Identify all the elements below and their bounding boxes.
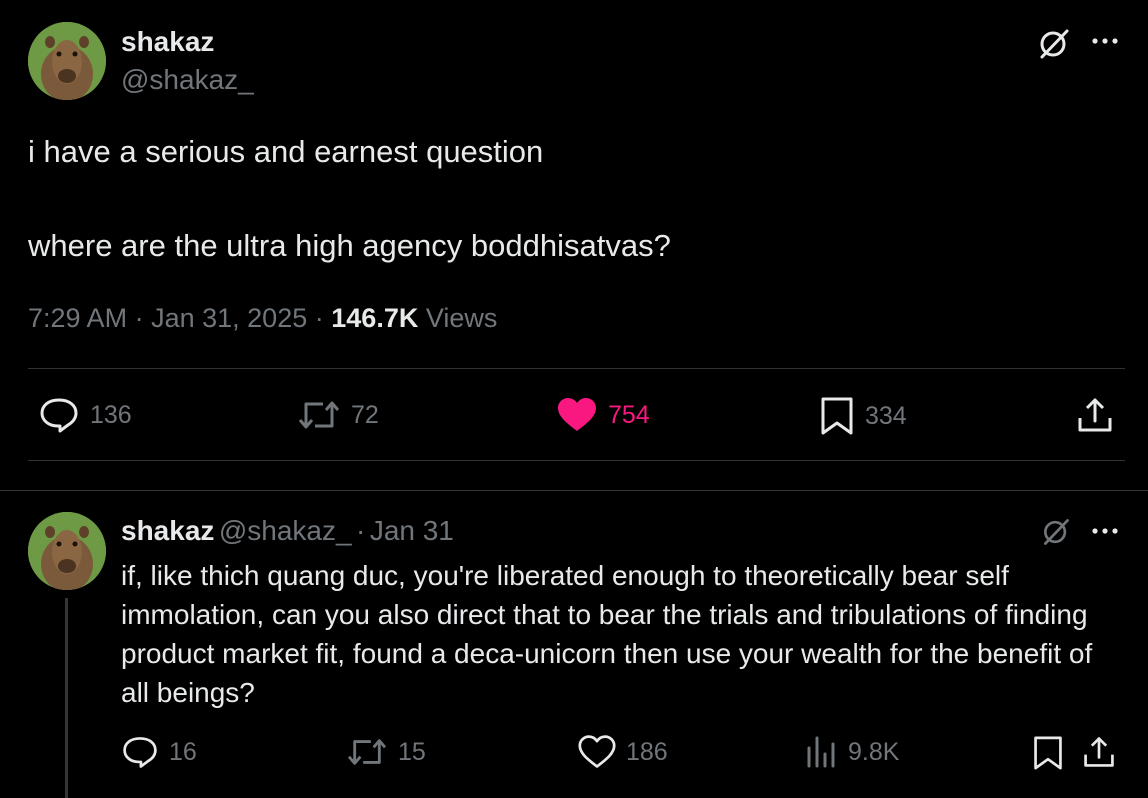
bookmark-count: 334 (865, 401, 907, 430)
display-name[interactable]: shakaz (121, 515, 214, 546)
like-count: 754 (608, 400, 650, 429)
views-icon (807, 736, 835, 768)
heart-icon (558, 398, 596, 431)
user-handle[interactable]: @shakaz_ (121, 64, 254, 96)
repost-button[interactable]: 15 (346, 734, 426, 770)
display-name[interactable]: shakaz (121, 26, 214, 58)
reply-icon (40, 398, 78, 433)
user-handle[interactable]: @shakaz_ (219, 515, 352, 546)
tweet-time[interactable]: 7:29 AM (28, 303, 127, 333)
reply-header: shakaz @shakaz_ · Jan 31 (121, 515, 454, 547)
views-count: 9.8K (848, 737, 900, 766)
like-count: 186 (626, 737, 668, 766)
meta-separator: · (356, 515, 366, 546)
like-button[interactable]: 754 (556, 396, 650, 434)
heart-icon (578, 735, 616, 768)
reply-count: 136 (90, 400, 132, 429)
like-button[interactable]: 186 (578, 734, 668, 770)
views-button[interactable]: 9.8K (804, 734, 899, 770)
bookmark-button[interactable]: 334 (819, 396, 907, 436)
repost-button[interactable]: 72 (297, 396, 379, 434)
grok-icon[interactable] (1036, 26, 1072, 62)
tweet-meta: 7:29 AM · Jan 31, 2025 · 146.7K Views (28, 303, 497, 334)
share-button[interactable] (1076, 396, 1114, 434)
share-icon (1078, 398, 1112, 432)
divider (28, 368, 1125, 369)
views-label: Views (425, 303, 498, 333)
meta-separator: · (134, 303, 144, 333)
avatar[interactable] (28, 512, 106, 590)
repost-icon (347, 739, 387, 765)
reply-button[interactable]: 16 (121, 734, 197, 770)
capybara-avatar-image (28, 22, 106, 100)
bookmark-icon (1034, 736, 1062, 770)
avatar[interactable] (28, 22, 106, 100)
tweet-date[interactable]: Jan 31 (370, 515, 454, 546)
divider (28, 460, 1125, 461)
share-icon (1084, 737, 1114, 767)
views-count: 146.7K (331, 303, 419, 333)
bookmark-icon (821, 397, 853, 435)
capybara-avatar-image (28, 512, 106, 590)
tweet-date[interactable]: Jan 31, 2025 (151, 303, 307, 333)
tweet-text-line-2: where are the ultra high agency boddhisa… (28, 228, 671, 263)
meta-separator: · (314, 303, 324, 333)
reply-button[interactable]: 136 (38, 396, 132, 434)
reply-icon (123, 737, 157, 768)
repost-count: 15 (398, 737, 426, 766)
share-button[interactable] (1082, 734, 1116, 770)
tweet-text-line-1: i have a serious and earnest question (28, 134, 544, 169)
reply-count: 16 (169, 737, 197, 766)
more-icon[interactable] (1090, 526, 1124, 536)
more-icon[interactable] (1090, 36, 1124, 46)
section-divider (0, 490, 1148, 491)
repost-icon (298, 401, 340, 429)
grok-icon[interactable] (1040, 516, 1072, 548)
bookmark-button[interactable] (1032, 734, 1064, 772)
reply-text: if, like thich quang duc, you're liberat… (121, 560, 1093, 708)
thread-line (65, 598, 68, 798)
repost-count: 72 (351, 400, 379, 429)
